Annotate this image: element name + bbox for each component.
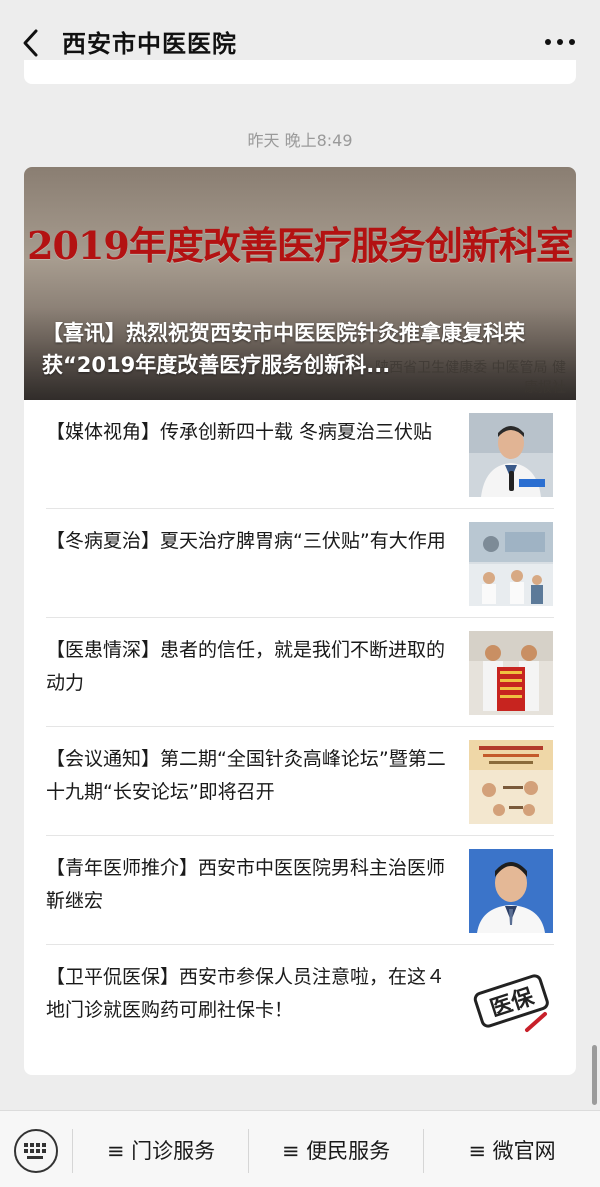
article-title: 【媒体视角】传承创新四十载 冬病夏治三伏贴 [46,421,433,443]
article-title: 【会议通知】第二期“全国针灸高峰论坛”暨第二十九期“长安论坛”即将召开 [46,748,446,803]
menu-micro-website[interactable]: ≡ 微官网 [424,1133,600,1169]
scrollbar[interactable] [592,1045,597,1105]
list-item[interactable]: 【会议通知】第二期“全国针灸高峰论坛”暨第二十九期“长安论坛”即将召开 [24,727,576,836]
doctor-interview-image [469,413,553,497]
article-thumbnail [469,849,553,933]
article-thumbnail [469,631,553,715]
article-thumbnail [469,413,553,497]
more-dots-icon [545,39,575,45]
message-timestamp: 昨天 晚上8:49 [247,131,353,150]
list-item[interactable]: 【卫平侃医保】西安市参保人员注意啦，在这４地门诊就医购药可刷社保卡！ 医保 [24,945,576,1054]
featured-article-title: 【喜讯】热烈祝贺西安市中医医院针灸推拿康复科荣获“2019年度改善医疗服务创新科… [42,321,525,377]
article-thumbnail: 医保 [469,958,553,1042]
featured-article[interactable]: 2019年度改善医疗服务创新科室 陕西省卫生健康委 中医管局 健康报社 【喜讯】… [24,167,576,400]
menu-convenience-service[interactable]: ≡ 便民服务 [249,1133,423,1169]
back-button[interactable] [18,26,44,60]
banner-gift-image [469,631,553,715]
list-item[interactable]: 【冬病夏治】夏天治疗脾胃病“三伏贴”有大作用 [24,509,576,618]
article-title: 【卫平侃医保】西安市参保人员注意啦，在这４地门诊就医购药可刷社保卡！ [46,966,446,1021]
keyboard-toggle-button[interactable] [14,1129,58,1173]
article-title: 【冬病夏治】夏天治疗脾胃病“三伏贴”有大作用 [46,530,446,552]
page-title: 西安市中医医院 [62,30,237,58]
chevron-left-icon [23,29,38,57]
keyboard-icon [24,1143,46,1159]
bottom-menu-bar: ≡ 门诊服务 ≡ 便民服务 ≡ 微官网 [0,1110,600,1187]
more-button[interactable] [542,30,578,54]
article-title: 【青年医师推介】西安市中医医院男科主治医师靳继宏 [46,857,446,912]
article-title: 【医患情深】患者的信任，就是我们不断进取的动力 [46,639,446,694]
list-item[interactable]: 【医患情深】患者的信任，就是我们不断进取的动力 [24,618,576,727]
list-item[interactable]: 【青年医师推介】西安市中医医院男科主治医师靳继宏 [24,836,576,945]
menu-outpatient-service[interactable]: ≡ 门诊服务 [74,1133,248,1169]
article-card: 2019年度改善医疗服务创新科室 陕西省卫生健康委 中医管局 健康报社 【喜讯】… [24,167,576,1075]
clinic-scene-image [469,522,553,606]
previous-message-card [24,60,576,84]
cover-banner-text: 2019年度改善医疗服务创新科室 [27,223,574,268]
article-thumbnail [469,522,553,606]
article-thumbnail [469,740,553,824]
forum-poster-image [469,740,553,824]
doctor-portrait-image [469,849,553,933]
medical-insurance-logo-image: 医保 [469,958,553,1042]
list-item[interactable]: 【媒体视角】传承创新四十载 冬病夏治三伏贴 [24,400,576,509]
